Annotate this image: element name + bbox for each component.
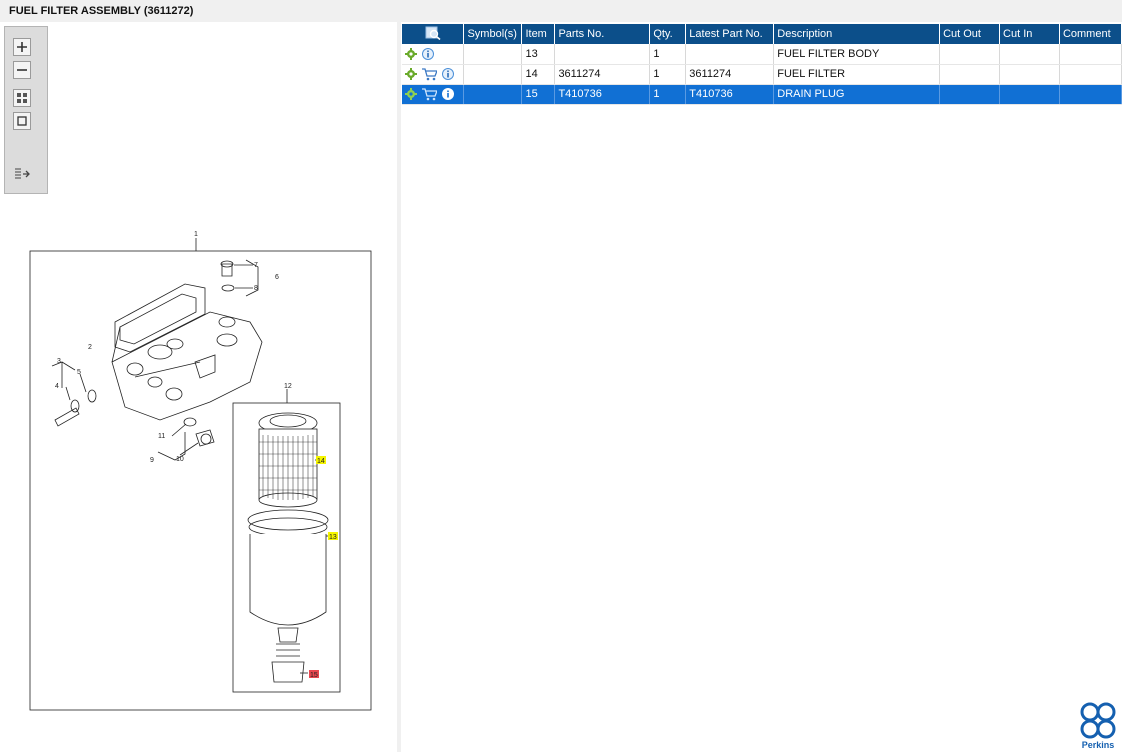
gear-icon[interactable] — [405, 68, 417, 80]
callout-5: 5 — [77, 369, 81, 376]
column-parts-no[interactable]: Parts No. — [554, 24, 651, 44]
info-icon[interactable] — [421, 47, 435, 61]
column-comment[interactable]: Comment — [1059, 24, 1122, 44]
callout-15[interactable]: 15 — [310, 672, 318, 679]
comment-cell — [1059, 64, 1122, 85]
column-description[interactable]: Description — [773, 24, 941, 44]
description-cell: FUEL FILTER BODY — [773, 44, 941, 65]
zoom-out-button[interactable] — [13, 61, 31, 79]
table-row-selected[interactable]: 15 T410736 1 T410736 DRAIN PLUG — [402, 84, 1122, 105]
callout-2: 2 — [88, 344, 92, 351]
minus-icon — [17, 69, 27, 71]
row-spacer — [463, 64, 523, 85]
brand-name: Perkins — [1081, 740, 1115, 750]
latest-part-cell: 3611274 — [685, 64, 775, 85]
window-title: FUEL FILTER ASSEMBLY (3611272) — [9, 5, 194, 17]
exploded-parts-drawing[interactable]: 1 2 3 4 5 6 7 8 9 10 11 12 14 13 15 — [0, 202, 397, 722]
info-icon[interactable] — [441, 87, 455, 101]
table-row[interactable]: 13 1 FUEL FILTER BODY — [402, 44, 1122, 65]
column-cut-in[interactable]: Cut In — [999, 24, 1060, 44]
item-cell: 14 — [521, 64, 556, 85]
parts-no-cell: 3611274 — [554, 64, 651, 85]
parts-no-cell: T410736 — [554, 84, 651, 105]
gear-icon[interactable] — [405, 88, 417, 100]
search-list-icon — [425, 26, 441, 40]
callout-12: 12 — [284, 383, 292, 390]
table-header: Symbol(s) Item Parts No. Qty. Latest Par… — [402, 24, 1122, 44]
cart-icon[interactable] — [421, 67, 437, 81]
cut-out-cell — [939, 64, 1001, 85]
reset-view-button[interactable] — [13, 112, 31, 130]
cut-in-cell — [999, 84, 1060, 105]
symbol-cell — [402, 44, 465, 65]
cut-in-cell — [999, 44, 1060, 65]
callout-14[interactable]: 14 — [317, 458, 325, 465]
qty-cell: 1 — [649, 64, 687, 85]
export-icon — [15, 168, 30, 179]
item-cell: 15 — [521, 84, 556, 105]
cut-out-cell — [939, 44, 1001, 65]
cut-out-cell — [939, 84, 1001, 105]
parts-table: Symbol(s) Item Parts No. Qty. Latest Par… — [402, 24, 1122, 105]
callout-6: 6 — [275, 274, 279, 281]
fit-icon — [17, 93, 27, 103]
symbol-cell — [402, 84, 465, 105]
callout-10: 10 — [176, 456, 184, 463]
plus-icon — [17, 42, 27, 52]
info-icon[interactable] — [441, 67, 455, 81]
perkins-logo: Perkins — [1078, 702, 1118, 750]
parts-no-cell — [554, 44, 651, 65]
row-spacer — [463, 84, 523, 105]
callout-3: 3 — [57, 358, 61, 365]
comment-cell — [1059, 84, 1122, 105]
gear-icon[interactable] — [405, 47, 417, 60]
item-cell: 13 — [521, 44, 556, 65]
callout-4: 4 — [55, 383, 59, 390]
cart-icon[interactable] — [421, 87, 437, 101]
callout-1: 1 — [194, 231, 198, 238]
latest-part-cell: T410736 — [685, 84, 775, 105]
callout-11: 11 — [158, 433, 165, 440]
view-toolbar — [4, 26, 48, 194]
description-cell: DRAIN PLUG — [773, 84, 941, 105]
column-qty[interactable]: Qty. — [649, 24, 687, 44]
row-spacer — [463, 44, 523, 65]
column-symbols[interactable]: Symbol(s) — [463, 24, 523, 44]
fit-all-button[interactable] — [13, 89, 31, 107]
description-cell: FUEL FILTER — [773, 64, 941, 85]
drawing-pane[interactable]: 1 2 3 4 5 6 7 8 9 10 11 12 14 13 15 — [0, 22, 397, 752]
cut-in-cell — [999, 64, 1060, 85]
title-bar: FUEL FILTER ASSEMBLY (3611272) — [0, 0, 1122, 22]
column-item[interactable]: Item — [521, 24, 556, 44]
qty-cell: 1 — [649, 44, 687, 65]
callout-9: 9 — [150, 457, 154, 464]
symbol-cell — [402, 64, 465, 85]
latest-part-cell — [685, 44, 775, 65]
square-icon — [17, 116, 27, 126]
export-button[interactable] — [13, 165, 31, 183]
parts-list-pane: Symbol(s) Item Parts No. Qty. Latest Par… — [401, 22, 1122, 752]
comment-cell — [1059, 44, 1122, 65]
callout-7: 7 — [254, 262, 258, 269]
zoom-in-button[interactable] — [13, 38, 31, 56]
perkins-logo-mark — [1080, 702, 1116, 739]
qty-cell: 1 — [649, 84, 687, 105]
callout-13[interactable]: 13 — [329, 534, 337, 541]
table-row[interactable]: 14 3611274 1 3611274 FUEL FILTER — [402, 64, 1122, 85]
column-latest-part-no[interactable]: Latest Part No. — [685, 24, 775, 44]
column-search[interactable] — [402, 24, 465, 44]
column-cut-out[interactable]: Cut Out — [939, 24, 1001, 44]
callout-8: 8 — [254, 285, 258, 292]
